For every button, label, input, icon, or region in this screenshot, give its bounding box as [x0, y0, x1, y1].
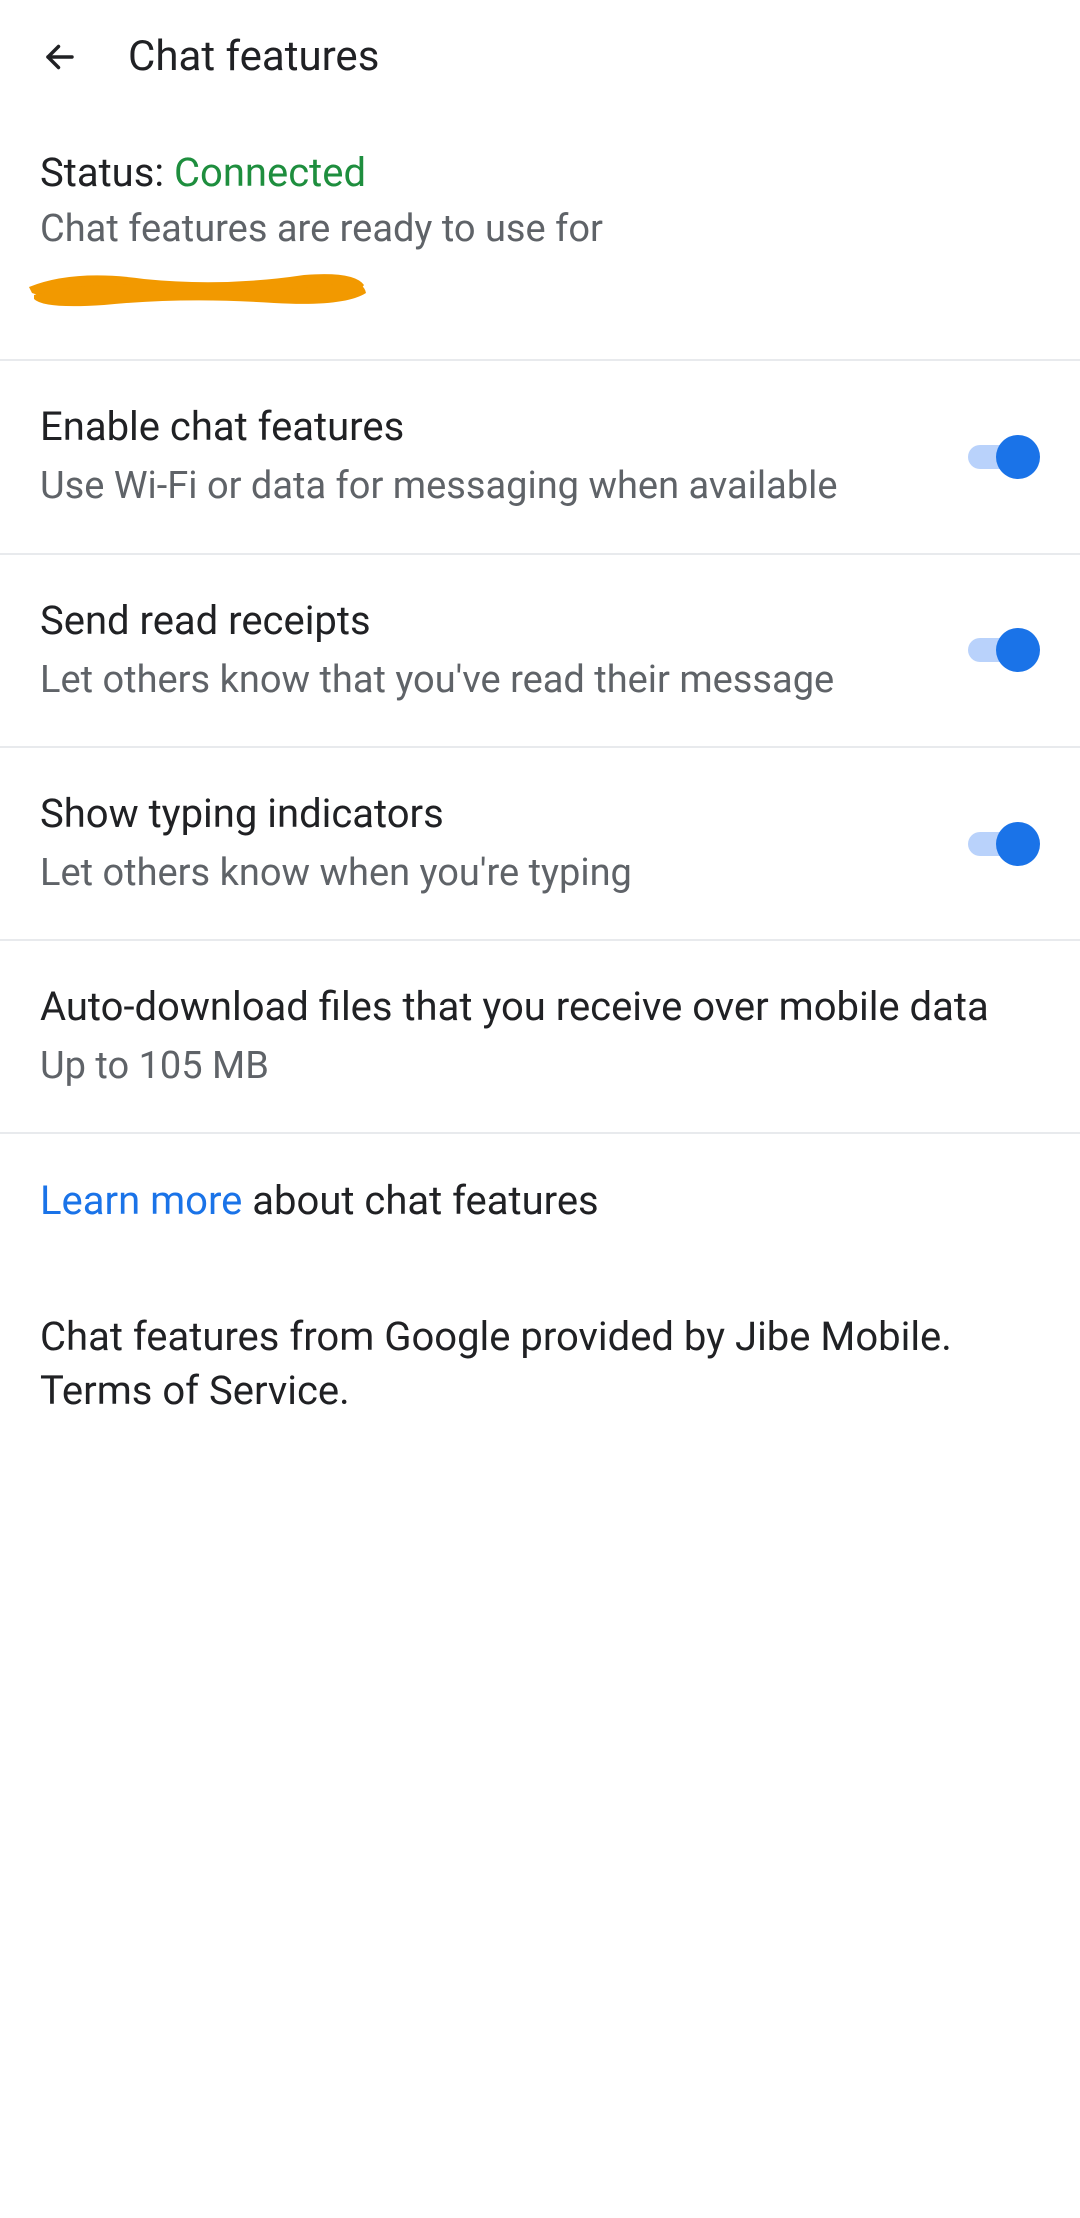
setting-title: Auto-download files that you receive ove…: [40, 981, 1040, 1033]
toggle-read-receipts[interactable]: [968, 628, 1040, 672]
status-section: Status: Connected Chat features are read…: [0, 113, 1080, 359]
learn-rest: about chat features: [242, 1177, 598, 1224]
setting-title: Enable chat features: [40, 401, 936, 453]
setting-title: Send read receipts: [40, 595, 936, 647]
redacted-phone: [24, 257, 374, 311]
setting-text: Enable chat features Use Wi-Fi or data f…: [40, 401, 936, 512]
learn-section: Learn more about chat features: [0, 1134, 1080, 1268]
status-value: Connected: [174, 149, 366, 196]
status-line: Status: Connected: [40, 149, 1040, 196]
setting-typing-indicators[interactable]: Show typing indicators Let others know w…: [0, 748, 1080, 939]
setting-title: Show typing indicators: [40, 788, 936, 840]
status-label: Status:: [40, 149, 174, 196]
status-subtitle: Chat features are ready to use for: [40, 204, 1040, 255]
toggle-enable-chat[interactable]: [968, 435, 1040, 479]
header: Chat features: [0, 0, 1080, 113]
setting-text: Send read receipts Let others know that …: [40, 595, 936, 706]
setting-auto-download[interactable]: Auto-download files that you receive ove…: [0, 941, 1080, 1132]
setting-desc: Let others know when you're typing: [40, 848, 936, 899]
footer-content: Chat features from Google provided by Ji…: [40, 1313, 952, 1414]
setting-desc: Let others know that you've read their m…: [40, 655, 936, 706]
footer-text: Chat features from Google provided by Ji…: [0, 1268, 1080, 1418]
setting-desc: Up to 105 MB: [40, 1041, 1040, 1092]
setting-text: Show typing indicators Let others know w…: [40, 788, 936, 899]
back-icon[interactable]: [40, 37, 80, 77]
setting-enable-chat[interactable]: Enable chat features Use Wi-Fi or data f…: [0, 361, 1080, 552]
setting-read-receipts[interactable]: Send read receipts Let others know that …: [0, 555, 1080, 746]
page-title: Chat features: [128, 32, 379, 81]
setting-text: Auto-download files that you receive ove…: [40, 981, 1040, 1092]
learn-more-link[interactable]: Learn more: [40, 1177, 242, 1224]
toggle-typing-indicators[interactable]: [968, 822, 1040, 866]
setting-desc: Use Wi-Fi or data for messaging when ava…: [40, 461, 936, 512]
